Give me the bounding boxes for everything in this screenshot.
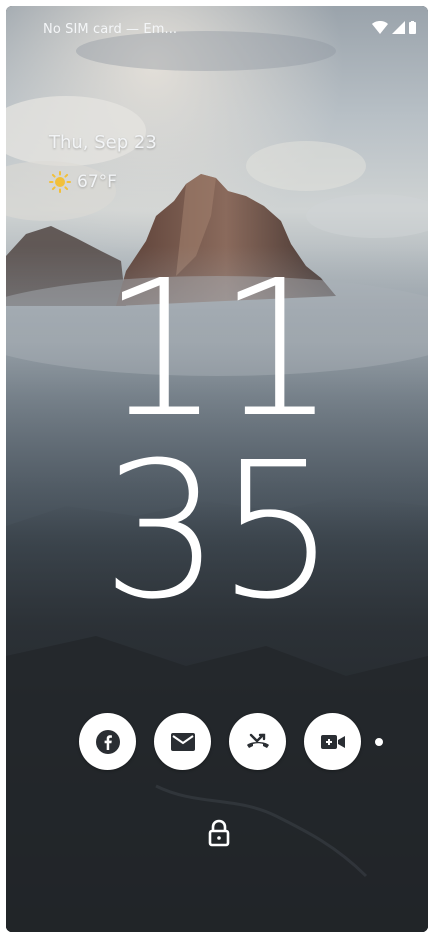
more-notifications-dot	[375, 737, 383, 746]
clock-minutes: 35	[101, 422, 336, 641]
status-icons	[372, 21, 416, 34]
facebook-icon	[95, 729, 120, 754]
carrier-status: No SIM card — Em...	[43, 22, 178, 37]
notification-icons	[79, 713, 383, 770]
missed-call-icon	[246, 733, 269, 748]
video-call-icon	[320, 734, 345, 749]
email-notification[interactable]	[154, 713, 211, 770]
status-bar: No SIM card — Em...	[6, 6, 428, 56]
clock-hours: 11	[101, 240, 336, 459]
date-label: Thu, Sep 23	[49, 132, 157, 153]
temperature-label: 67°F	[77, 172, 117, 192]
video-call-notification[interactable]	[304, 713, 361, 770]
wifi-icon	[372, 21, 388, 34]
weather-widget: 67°F	[49, 171, 117, 193]
sun-icon	[49, 171, 71, 193]
battery-icon	[409, 21, 416, 34]
email-icon	[170, 732, 195, 751]
cell-signal-icon	[392, 21, 405, 34]
missed-call-notification[interactable]	[229, 713, 286, 770]
facebook-notification[interactable]	[79, 713, 136, 770]
lock-screen: No SIM card — Em... Thu, Sep 23 67°F 11 …	[6, 6, 428, 932]
lock-icon[interactable]	[207, 819, 231, 847]
